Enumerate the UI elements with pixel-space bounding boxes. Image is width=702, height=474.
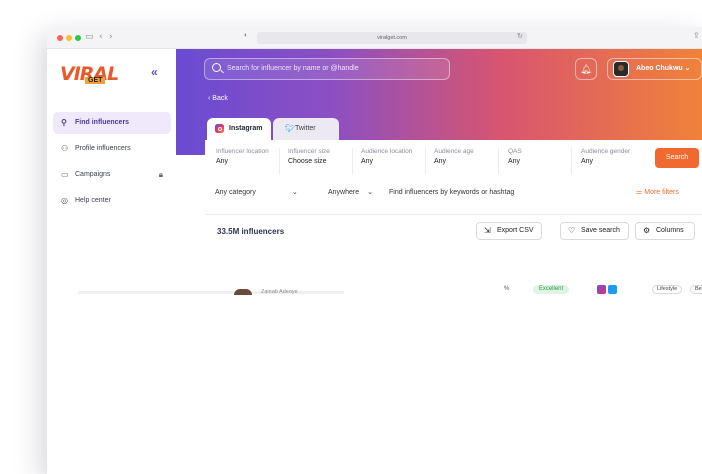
filter-value: Any — [361, 158, 374, 165]
lock-icon: 🔒︎ — [158, 170, 163, 179]
filter-value: Any — [216, 158, 229, 165]
help-circle-icon: ◎ — [61, 196, 68, 205]
more-filters-label: More filters — [644, 189, 679, 196]
user-avatar — [613, 61, 629, 77]
category-tag: Lifestyle — [652, 285, 683, 294]
user-name: Abeo Chukwu — [636, 65, 683, 72]
more-filters-button[interactable]: ⚌ More filters — [636, 181, 679, 205]
results-count: 33.5M influencers — [217, 227, 285, 236]
scope-select[interactable]: Anywhere ⌄ — [328, 181, 373, 205]
back-link[interactable]: ‹ Back — [208, 95, 228, 102]
notifications-bell-icon[interactable]: 🔔︎ — [575, 58, 597, 80]
category-tag: Be — [690, 285, 702, 294]
tab-label: Instagram — [229, 125, 263, 132]
logo-sub: GET — [85, 77, 106, 84]
privacy-shield-icon[interactable]: ◐ — [244, 32, 248, 39]
address-bar[interactable]: viralget.com — [257, 32, 527, 44]
gear-icon: ⚙ — [643, 226, 651, 235]
category-value: Any category — [215, 189, 256, 196]
filter-audience-gender[interactable]: Audience gender Any — [581, 148, 630, 165]
table-row-divider — [78, 291, 344, 294]
chevron-down-icon: ⌄ — [367, 189, 373, 196]
save-search-button[interactable]: ♡ Save search — [560, 222, 629, 240]
filter-audience-location[interactable]: Audience location Any — [361, 148, 412, 165]
maximize-window-button[interactable] — [75, 35, 81, 41]
sidebar-item-campaigns[interactable]: ▭ Campaigns 🔒︎ — [53, 164, 171, 186]
share-icon[interactable]: ⇪ — [693, 31, 700, 40]
filter-label: Audience gender — [581, 148, 631, 155]
filter-value: Choose size — [288, 158, 327, 165]
filter-influencer-size[interactable]: Influencer size Choose size — [288, 148, 330, 165]
filter-value: Any — [434, 158, 447, 165]
export-icon: ⇲ — [484, 226, 491, 235]
folder-icon: ▭ — [61, 170, 69, 179]
influencer-name[interactable]: Zainab Adeoye — [261, 289, 298, 295]
filter-divider — [352, 148, 353, 174]
filter-audience-age[interactable]: Audience age Any — [434, 148, 474, 165]
tab-label: Twitter — [295, 125, 316, 132]
filter-divider — [279, 148, 280, 174]
sidebar-item-profile-influencers[interactable]: ⚇ Profile influencers — [53, 138, 171, 160]
results-table-area — [47, 246, 702, 474]
category-select[interactable]: Any category ⌄ — [215, 181, 298, 205]
back-label: Back — [212, 95, 228, 102]
filter-label: Audience age — [434, 148, 474, 155]
close-window-button[interactable] — [57, 35, 63, 41]
filter-label: Influencer size — [288, 148, 330, 155]
filter-divider — [425, 148, 426, 174]
instagram-icon — [597, 285, 606, 294]
scope-value: Anywhere — [328, 189, 360, 196]
chevron-down-icon: ⌄ — [291, 189, 298, 196]
filter-qas[interactable]: QAS Any — [508, 148, 522, 165]
filter-value: Any — [508, 158, 521, 165]
filter-label: Influencer location — [216, 148, 269, 155]
sidebar-item-label: Profile influencers — [75, 145, 131, 152]
users-icon: ⚇ — [61, 144, 69, 153]
columns-button[interactable]: ⚙ Columns — [635, 222, 695, 240]
tab-instagram[interactable]: Instagram — [207, 118, 271, 140]
forward-arrow-icon[interactable]: › — [109, 32, 113, 42]
sidebar-item-label: Find influencers — [75, 119, 130, 126]
tab-twitter[interactable]: 🐦︎ Twitter — [273, 118, 339, 140]
user-search-icon: ⚲ — [61, 118, 67, 127]
filter-sliders-icon: ⚌ — [636, 189, 643, 196]
heart-icon: ♡ — [568, 226, 576, 235]
search-button[interactable]: Search — [655, 148, 699, 168]
reload-icon[interactable]: ↻ — [517, 32, 523, 40]
back-arrow-icon[interactable]: ‹ — [99, 32, 103, 42]
browser-toolbar: ▭ ‹ › ◐ viralget.com ↻ ⇪ — [47, 27, 702, 49]
twitter-icon — [608, 285, 617, 294]
export-label: Export CSV — [497, 227, 534, 234]
export-csv-button[interactable]: ⇲ Export CSV — [476, 222, 542, 240]
filter-influencer-location[interactable]: Influencer location Any — [216, 148, 269, 165]
twitter-icon: 🐦︎ — [285, 124, 296, 133]
sidebar-item-label: Campaigns — [75, 171, 111, 178]
instagram-icon — [215, 124, 224, 133]
sidebar-item-help-center[interactable]: ◎ Help center — [53, 190, 171, 212]
filter-label: QAS — [508, 148, 522, 155]
sidebar-item-find-influencers[interactable]: ⚲ Find influencers — [53, 112, 171, 134]
save-label: Save search — [581, 227, 620, 234]
sidebar-item-label: Help center — [75, 197, 111, 204]
avatar — [234, 289, 252, 295]
engagement-percent: % — [504, 286, 510, 292]
search-icon — [212, 63, 221, 72]
sidebar-toggle-icon[interactable]: ▭ — [85, 32, 94, 42]
page: ▭ ‹ › ◐ viralget.com ↻ ⇪ Search for infl… — [0, 0, 702, 474]
columns-label: Columns — [656, 227, 684, 234]
influencer-search-input[interactable]: Search for influencer by name or @handle — [204, 58, 450, 80]
viralget-logo[interactable]: VIRAL GET — [60, 63, 119, 87]
minimize-window-button[interactable] — [66, 35, 72, 41]
filter-label: Audience location — [361, 148, 413, 155]
filter-divider — [498, 148, 499, 174]
quality-badge: Excellent — [533, 285, 569, 294]
filter-divider — [571, 148, 572, 174]
filter-value: Any — [581, 158, 594, 165]
keyword-search-input[interactable]: Find influencers by keywords or hashtag — [389, 181, 514, 205]
collapse-sidebar-icon[interactable]: « — [151, 65, 158, 79]
